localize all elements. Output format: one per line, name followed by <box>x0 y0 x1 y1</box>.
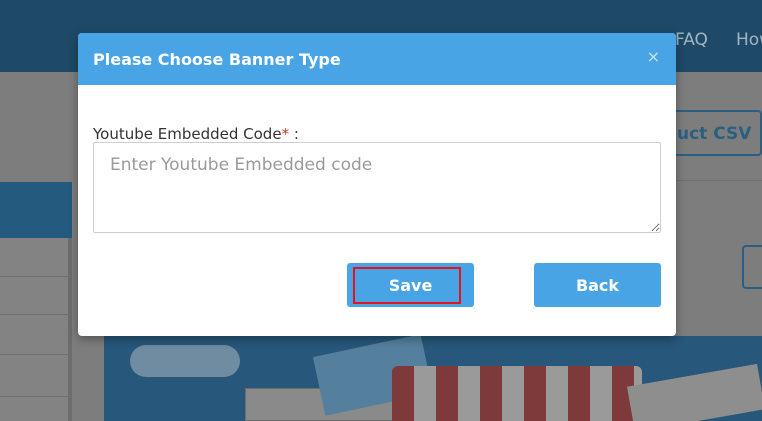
sidebar-divider <box>0 396 70 397</box>
nav-faq: FAQ <box>675 30 708 50</box>
youtube-code-input[interactable] <box>93 142 661 233</box>
cloud-illustration <box>130 345 240 377</box>
background-button <box>742 245 762 289</box>
sidebar-divider <box>0 314 70 315</box>
back-button[interactable]: Back <box>534 263 661 307</box>
required-marker: * <box>281 125 290 143</box>
background-sidebar-header <box>0 182 72 238</box>
youtube-code-label: Youtube Embedded Code* : <box>93 125 299 143</box>
background-divider <box>676 180 762 181</box>
sidebar-divider <box>0 354 70 355</box>
close-icon[interactable]: × <box>647 47 660 66</box>
youtube-code-label-text: Youtube Embedded Code <box>93 125 282 143</box>
sidebar-divider <box>0 276 70 277</box>
nav-how: How <box>736 30 762 50</box>
label-suffix: : <box>289 125 299 143</box>
shop-awning-illustration <box>392 366 642 421</box>
product-csv-button: uct CSV <box>667 110 762 156</box>
modal-header: Please Choose Banner Type × <box>78 33 676 85</box>
background-sidebar <box>0 238 72 421</box>
banner-type-modal: Please Choose Banner Type × Youtube Embe… <box>78 33 676 336</box>
modal-title: Please Choose Banner Type <box>93 50 341 69</box>
save-button[interactable]: Save <box>347 263 474 307</box>
